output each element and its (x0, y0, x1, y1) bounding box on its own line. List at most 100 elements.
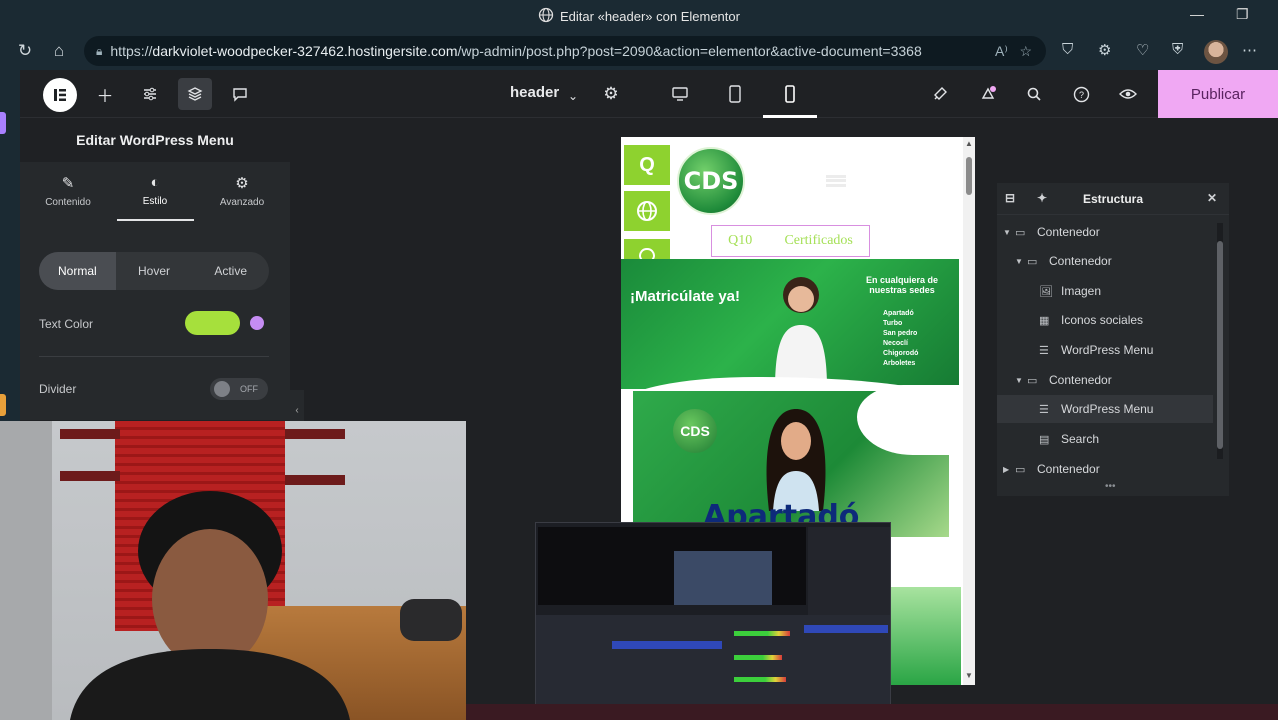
caret-down-icon[interactable]: ▼ (1003, 228, 1015, 237)
social-icons-icon: ▦ (1039, 314, 1050, 327)
city: Necoclí (883, 340, 908, 347)
mobile-icon[interactable] (773, 78, 807, 110)
layers-icon[interactable] (178, 78, 212, 110)
tree-item-imagen[interactable]: 🖼︎ Imagen (1039, 277, 1213, 305)
tab-avanzado[interactable]: ⚙ Avanzado (202, 174, 282, 208)
sidebar-indicator (0, 112, 6, 134)
avatar[interactable] (1204, 40, 1228, 64)
document-name[interactable]: header (510, 84, 559, 101)
toggle-knob (214, 381, 230, 397)
tree-item-label: Imagen (1061, 284, 1102, 298)
tree-item-wordpress-menu[interactable]: ☰ WordPress Menu (1039, 336, 1213, 364)
panel-title: Editar WordPress Menu (20, 118, 290, 162)
city: Apartadó (883, 310, 914, 317)
hamburger-menu-icon[interactable] (826, 175, 846, 187)
home-icon[interactable]: ⌂ (44, 41, 74, 61)
tree-item-contenedor[interactable]: ▼ ▭ Contenedor (1015, 366, 1213, 394)
search-icon[interactable] (1017, 78, 1051, 110)
restore-button[interactable]: ❐ (1236, 6, 1249, 23)
active-device-indicator (763, 115, 817, 118)
camera-device (400, 599, 462, 641)
close-icon[interactable]: ✕ (1207, 191, 1217, 205)
state-tab-normal[interactable]: Normal (39, 252, 116, 290)
tab-contenido[interactable]: ✎ Contenido (28, 174, 108, 208)
scroll-down-arrow[interactable]: ▼ (965, 671, 973, 680)
tablet-icon[interactable] (718, 78, 752, 110)
obs-preview (538, 527, 806, 605)
banner1-cities: Apartadó Turbo San pedro Necoclí Chigoro… (883, 309, 918, 369)
text-color-swatch[interactable] (185, 311, 240, 335)
side-button-q[interactable]: Q (624, 145, 670, 185)
help-icon[interactable]: ? (1064, 78, 1098, 110)
state-tab-hover[interactable]: Hover (116, 252, 193, 290)
search-form-icon: ▤ (1039, 433, 1050, 446)
plus-icon[interactable]: ＋ (88, 78, 122, 110)
tree-item-label: Contenedor (1037, 462, 1100, 476)
side-button-globe[interactable] (624, 191, 670, 231)
wordpress-menu[interactable]: Q10 Certificados (711, 225, 870, 257)
image-icon: 🖼︎ (1039, 285, 1053, 298)
notifications-icon[interactable] (971, 78, 1005, 110)
panel-tabs: ✎ Contenido ◐ Estilo ⚙ Avanzado (20, 162, 290, 220)
caret-down-icon[interactable]: ▼ (1015, 376, 1027, 385)
scrollbar-thumb[interactable] (966, 157, 972, 195)
eye-icon[interactable] (1111, 78, 1145, 110)
more-icon[interactable]: ⋯ (1242, 41, 1257, 59)
banner2-logo: CDS (673, 409, 717, 453)
minimize-button[interactable]: — (1190, 6, 1204, 22)
menu-item-q10[interactable]: Q10 (728, 233, 752, 249)
url-field[interactable]: 🔒︎ https://darkviolet-woodpecker-327462.… (84, 36, 1046, 66)
puzzle-extension-icon[interactable]: ⚙ (1098, 41, 1111, 59)
address-bar-row: ↻ ⌂ 🔒︎ https://darkviolet-woodpecker-327… (0, 32, 1278, 70)
container-icon: ▭ (1027, 374, 1038, 387)
tree-item-contenedor[interactable]: ▼ ▭ Contenedor (1015, 247, 1213, 275)
active-tab-indicator (117, 219, 194, 221)
structure-scrollbar[interactable] (1217, 223, 1223, 459)
rocket-icon[interactable] (923, 78, 957, 110)
banner1-headline: ¡Matricúlate ya! (629, 288, 741, 305)
chevron-down-icon[interactable]: ⌄ (556, 80, 590, 112)
tree-item-wordpress-menu-selected[interactable]: ☰ WordPress Menu (997, 395, 1213, 423)
tree-item-contenedor[interactable]: ▼ ▭ Contenedor (1003, 218, 1213, 246)
settings-icon[interactable]: ⚙ (594, 78, 628, 110)
shelf (60, 471, 120, 481)
menu-item-certificados[interactable]: Certificados (784, 233, 852, 249)
site-logo[interactable]: CDS (677, 147, 745, 215)
tree-item-label: Iconos sociales (1061, 313, 1144, 327)
shield-extension-icon[interactable]: ⛉ (1062, 41, 1073, 58)
state-tab-active[interactable]: Active (192, 252, 269, 290)
resize-handle-icon[interactable]: ••• (1105, 481, 1116, 492)
tree-item-label: Contenedor (1049, 373, 1112, 387)
scrollbar-thumb[interactable] (1217, 241, 1223, 449)
comment-icon[interactable] (223, 78, 257, 110)
container-icon: ▭ (1027, 255, 1038, 268)
reload-icon[interactable]: ↻ (10, 41, 40, 61)
window-title: Editar «header» con Elementor (560, 8, 740, 24)
global-color-icon[interactable] (250, 316, 264, 330)
sliders-icon[interactable] (133, 78, 167, 110)
heart-extension-icon[interactable]: ♡ (1136, 41, 1149, 59)
shield-check-icon[interactable]: ⛨ (1172, 41, 1183, 58)
preview-scrollbar[interactable]: ▲ ▼ (963, 137, 975, 685)
caret-down-icon[interactable]: ▼ (1015, 257, 1027, 266)
divider-label: Divider (39, 382, 77, 396)
obs-docks (536, 615, 890, 705)
tree-item-contenedor[interactable]: ▶ ▭ Contenedor (1003, 455, 1213, 483)
indicators-icon[interactable]: ✦ (1037, 191, 1047, 205)
tree-item-label: Contenedor (1049, 254, 1112, 268)
separator (39, 356, 269, 357)
city: San pedro (883, 330, 918, 337)
divider-toggle[interactable]: OFF (210, 378, 268, 400)
scroll-up-arrow[interactable]: ▲ (965, 139, 973, 148)
structure-panel: ⊟ ✦ Estructura ✕ ▼ ▭ Contenedor ▼ ▭ Contened… (997, 183, 1229, 496)
publish-button[interactable]: Publicar (1158, 70, 1278, 118)
read-aloud-and-favorite-icons[interactable]: A⁾ ☆ (995, 43, 1032, 60)
caret-right-icon[interactable]: ▶ (1003, 465, 1015, 474)
elementor-logo-icon[interactable] (43, 78, 77, 112)
tree-item-search[interactable]: ▤ Search (1039, 425, 1213, 453)
banner1-subheadline: En cualquiera de nuestras sedes (865, 275, 939, 295)
tab-estilo[interactable]: ◐ Estilo (115, 174, 195, 207)
desktop-icon[interactable] (663, 78, 697, 110)
tree-item-iconos-sociales[interactable]: ▦ Iconos sociales (1039, 306, 1213, 334)
collapse-all-icon[interactable]: ⊟ (1005, 191, 1015, 205)
